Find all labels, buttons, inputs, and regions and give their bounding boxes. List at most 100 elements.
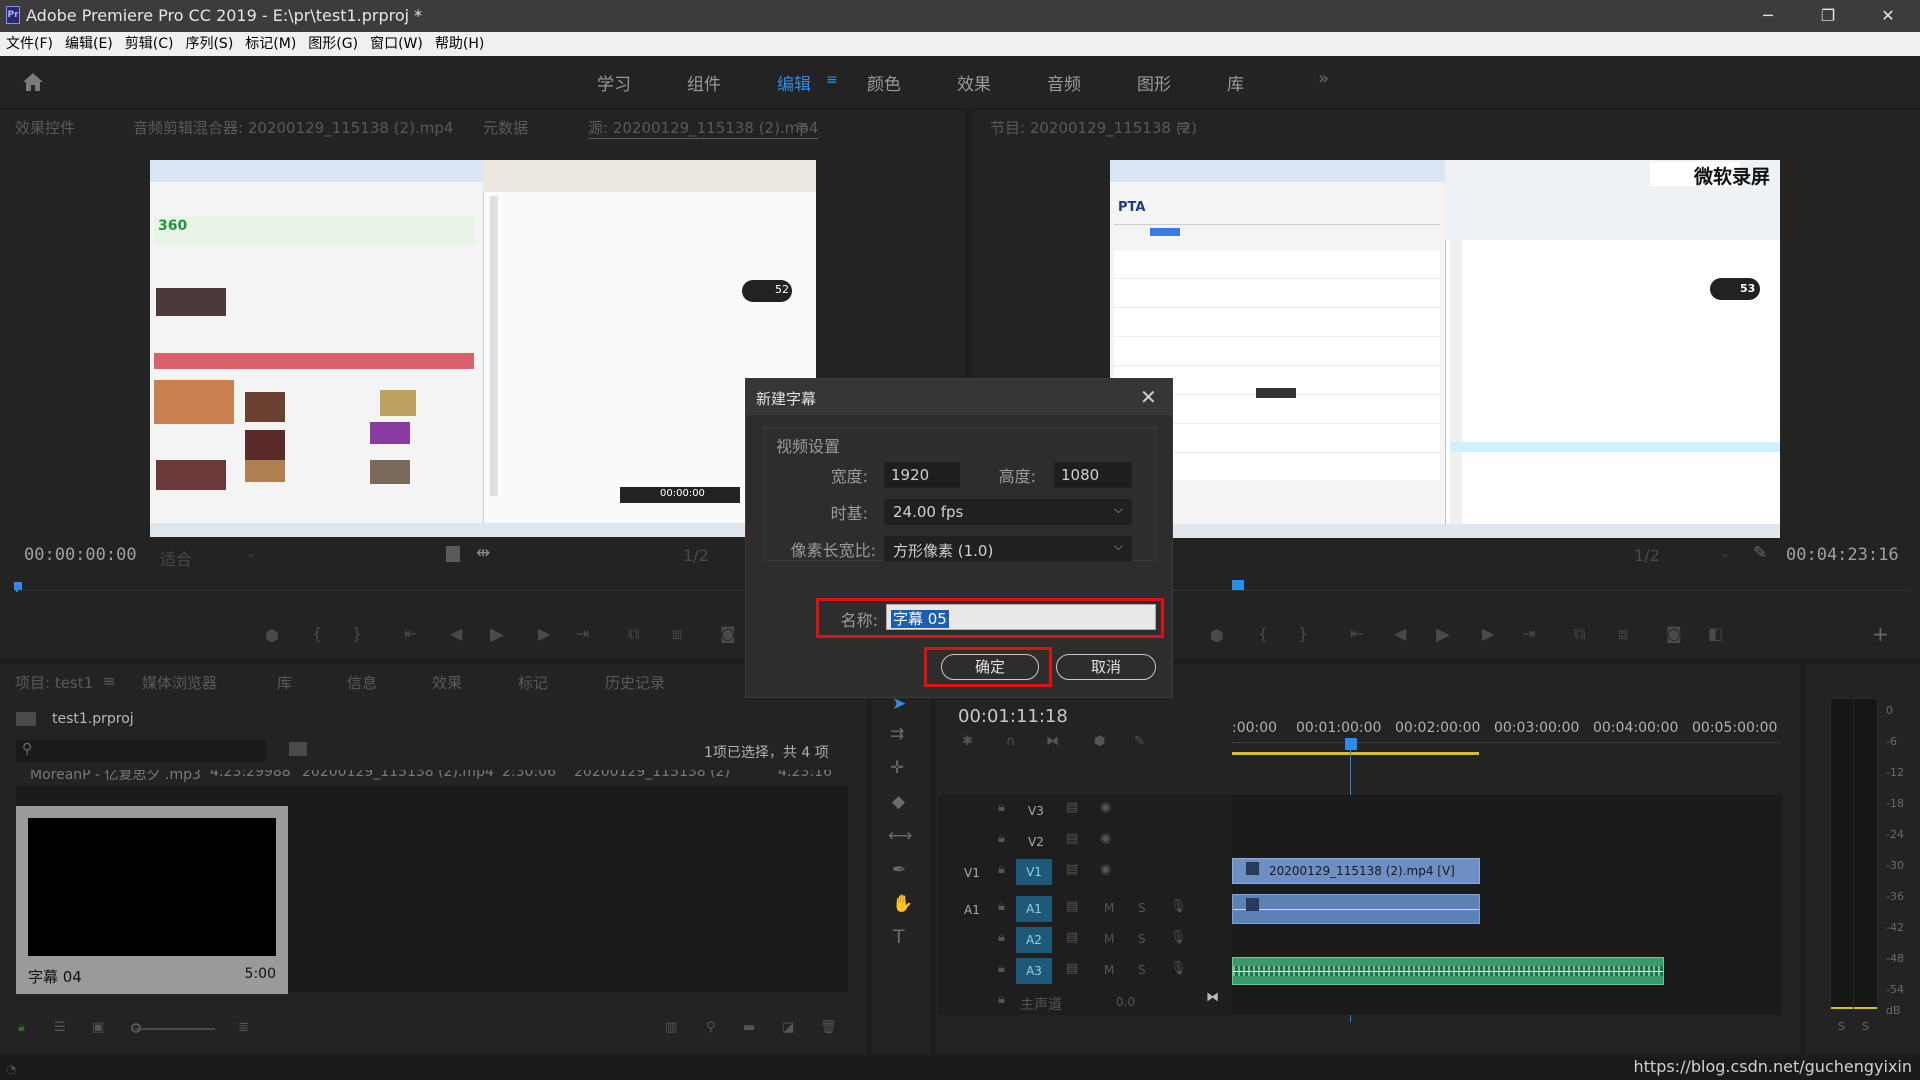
new-bin-from-search-icon[interactable] (289, 742, 307, 756)
sync-lock-icon[interactable]: ▤ (1066, 930, 1078, 945)
lock-icon[interactable]: 🔒︎ (998, 800, 1005, 815)
program-time-ruler[interactable] (1172, 590, 1910, 594)
tab-info[interactable]: 信息 (347, 672, 377, 693)
timeline-settings-icon[interactable]: ✎ (1134, 734, 1145, 749)
work-area-bar[interactable] (1232, 752, 1479, 755)
lock-icon[interactable]: 🔒︎ (998, 961, 1005, 976)
play-icon[interactable]: ▶ (1436, 624, 1450, 645)
nest-icon[interactable]: ✱ (962, 734, 973, 749)
linked-selection-icon[interactable]: ⧓ (1046, 734, 1059, 749)
go-to-out-icon[interactable]: ⇥ (576, 624, 589, 643)
minimize-button[interactable]: ─ (1740, 0, 1796, 32)
step-back-icon[interactable]: ◀ (1394, 624, 1406, 643)
new-item-icon[interactable]: ◪ (782, 1020, 794, 1035)
menu-window[interactable]: 窗口(W) (370, 32, 430, 56)
audio-clip-a3[interactable] (1232, 957, 1664, 985)
close-button[interactable]: ✕ (1860, 0, 1916, 32)
menu-file[interactable]: 文件(F) (6, 32, 60, 56)
lock-icon[interactable]: 🔒︎ (998, 992, 1005, 1007)
mark-out-icon[interactable]: } (352, 624, 362, 643)
zoom-slider[interactable] (135, 1028, 215, 1030)
tab-effect-controls[interactable]: 效果控件 (15, 117, 75, 138)
automate-to-sequence-icon[interactable]: ▥ (665, 1020, 677, 1035)
track-toggle-a1[interactable]: A1 (1016, 896, 1052, 922)
program-playhead[interactable] (1232, 580, 1244, 590)
source-playhead-handle[interactable] (14, 582, 22, 590)
step-forward-icon[interactable]: ▶ (538, 624, 550, 643)
program-video-frame[interactable]: PTA 微软录屏 53 (1110, 160, 1780, 538)
video-clip[interactable]: 20200129_115138 (2).mp4 [V] (1232, 858, 1480, 884)
lift-icon[interactable]: ⧉ (1574, 624, 1585, 644)
find-icon[interactable]: ⚲ (706, 1020, 716, 1035)
workspace-tab-assembly[interactable]: 组件 (687, 70, 721, 95)
wrench-icon[interactable]: ✎ (1753, 543, 1767, 563)
microphone-icon[interactable]: 🎙︎ (1170, 930, 1187, 945)
lock-icon[interactable]: 🔒︎ (998, 862, 1005, 877)
menu-help[interactable]: 帮助(H) (435, 32, 491, 56)
sort-icon[interactable]: ≣ (238, 1020, 249, 1035)
add-button-icon[interactable]: + (1872, 622, 1889, 646)
timeline-ruler[interactable]: :00:00 00:01:00:00 00:02:00:00 00:03:00:… (1232, 716, 1780, 756)
go-to-in-icon[interactable]: ⇤ (1350, 624, 1363, 643)
timeline-timecode[interactable]: 00:01:11:18 (958, 706, 1068, 727)
mute-button[interactable]: M (1104, 932, 1114, 946)
mute-button[interactable]: M (1104, 963, 1114, 977)
solo-button[interactable]: S (1138, 963, 1146, 977)
menu-edit[interactable]: 编辑(E) (65, 32, 120, 56)
track-select-tool-icon[interactable]: ⇉ (890, 724, 904, 744)
go-to-end-icon[interactable]: ⧓ (1206, 990, 1219, 1005)
project-menu-icon[interactable]: ≡ (103, 672, 116, 690)
eye-icon[interactable]: ◉ (1100, 862, 1111, 877)
home-icon[interactable] (22, 72, 44, 92)
maximize-button[interactable]: ❐ (1800, 0, 1856, 32)
sync-lock-icon[interactable]: ▤ (1066, 899, 1078, 914)
mark-in-icon[interactable]: { (1258, 624, 1268, 643)
panel-menu-icon[interactable]: ≡ (796, 117, 809, 135)
menu-sequence[interactable]: 序列(S) (185, 32, 240, 56)
hand-tool-icon[interactable]: ✋ (892, 894, 913, 914)
workspace-tab-libraries[interactable]: 库 (1227, 70, 1244, 95)
tab-markers[interactable]: 标记 (518, 672, 548, 693)
track-toggle-a2[interactable]: A2 (1016, 927, 1052, 953)
icon-view-icon[interactable]: ▣ (92, 1020, 104, 1035)
export-frame-icon[interactable]: ◙ (720, 624, 736, 643)
mark-out-icon[interactable]: } (1298, 624, 1308, 643)
workspace-tab-audio[interactable]: 音频 (1047, 70, 1081, 95)
add-marker-icon[interactable]: ⬢ (1210, 626, 1224, 645)
step-back-icon[interactable]: ◀ (450, 624, 462, 643)
timebase-select[interactable]: 24.00 fps ⌵ (884, 499, 1132, 525)
slip-tool-icon[interactable]: ⟷ (888, 826, 912, 846)
workspace-tab-color[interactable]: 颜色 (867, 70, 901, 95)
eye-icon[interactable]: ◉ (1100, 800, 1111, 815)
source-resolution-dropdown[interactable]: 1/2 (683, 546, 709, 565)
tab-project[interactable]: 项目: test1 (15, 672, 93, 693)
track-toggle-v1[interactable]: V1 (1016, 859, 1052, 885)
project-search-input[interactable] (16, 740, 266, 762)
pixel-aspect-select[interactable]: 方形像素 (1.0) ⌵ (884, 536, 1132, 562)
sync-lock-icon[interactable]: ▤ (1066, 800, 1078, 815)
tab-source[interactable]: 源: 20200129_115138 (2).mp4 (588, 117, 819, 139)
eye-icon[interactable]: ◉ (1100, 831, 1111, 846)
tab-program[interactable]: 节目: 20200129_115138 (2) (990, 117, 1197, 138)
sync-lock-icon[interactable]: ▤ (1066, 831, 1078, 846)
go-to-in-icon[interactable]: ⇤ (404, 624, 417, 643)
comparison-view-icon[interactable]: ◧ (1708, 624, 1723, 643)
source-patch-v1[interactable]: V1 (964, 866, 980, 880)
source-timecode[interactable]: 00:00:00:00 (24, 545, 137, 565)
microphone-icon[interactable]: 🎙︎ (1170, 961, 1187, 976)
source-patch-a1[interactable]: A1 (964, 903, 980, 917)
marker-icon[interactable] (446, 546, 460, 562)
workspace-menu-icon[interactable]: ≡ (826, 72, 838, 88)
list-item[interactable]: MoreanP - 亿复思夕 .mp3 4:23:29988 20200129_… (16, 770, 848, 786)
tab-metadata[interactable]: 元数据 (483, 117, 528, 138)
menu-markers[interactable]: 标记(M) (245, 32, 303, 56)
menu-clip[interactable]: 剪辑(C) (125, 32, 181, 56)
ripple-edit-tool-icon[interactable]: ✛ (890, 758, 904, 778)
width-input[interactable]: 1920 (884, 462, 960, 488)
overwrite-clip-icon[interactable]: ⧈ (672, 624, 682, 644)
height-input[interactable]: 1080 (1054, 462, 1132, 488)
timeline-playhead-handle[interactable] (1345, 738, 1357, 750)
play-icon[interactable]: ▶ (490, 624, 504, 645)
microphone-icon[interactable]: 🎙︎ (1170, 899, 1187, 914)
insert-icon[interactable]: ⇹ (476, 543, 490, 563)
